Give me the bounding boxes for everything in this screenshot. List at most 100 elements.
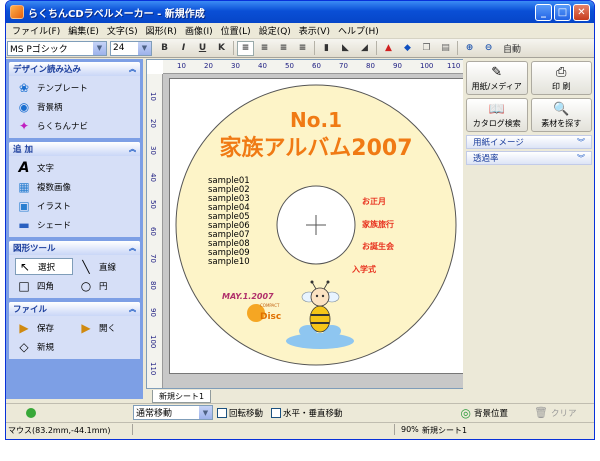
justify-icon[interactable]: ≡ [294,41,311,56]
underline-button[interactable]: U [194,41,211,56]
maximize-button[interactable]: □ [554,3,571,21]
print-button[interactable]: ⎙ 印 刷 [530,61,592,95]
status-go-icon[interactable] [26,407,36,418]
ruler-label: 40 [149,173,157,182]
italic-button[interactable]: I [175,41,192,56]
shape-tools-header[interactable]: 図形ツール ︽ [9,241,140,255]
add-multi-image-item[interactable]: ▦ 複数画像 [15,177,136,196]
sample-line: sample10 [208,257,250,267]
bg-position-button[interactable]: ◎ 背景位置 [461,406,509,420]
align-center-icon[interactable]: ≡ [256,41,273,56]
minimize-button[interactable]: _ [535,3,552,21]
copy-icon[interactable]: ❐ [418,41,435,56]
circle-tool[interactable]: ○ 円 [77,278,135,293]
menu-position[interactable]: 位置(L) [217,24,255,37]
canvas-area[interactable]: 10 20 30 40 50 60 70 80 90 100 110 10 20 30 40 50 60 70 8… [146,59,466,389]
line-icon: ╲ [82,259,90,274]
paste-icon[interactable]: ▤ [437,41,454,56]
transparency-title: 透過率 [473,154,499,164]
menu-file[interactable]: ファイル(F) [8,24,64,37]
sheet-tab[interactable]: 新規シート1 [152,390,212,403]
strikethrough-button[interactable]: K [213,41,230,56]
zoom-in-icon[interactable]: ⊕ [461,41,478,56]
paper-media-button[interactable]: ✎ 用紙/メディア [466,61,528,95]
new-button[interactable]: ◇ 新規 [15,337,136,356]
menu-shape[interactable]: 図形(R) [142,24,181,37]
design-group-title: デザイン読み込み [13,65,82,75]
toolbar-divider [457,41,458,55]
align-right-icon[interactable]: ≡ [275,41,292,56]
ruler-label: 110 [447,62,461,70]
ruler-label: 40 [258,62,267,70]
template-item[interactable]: ❀ テンプレート [15,78,136,97]
add-group: 追 加 ︽ A 文字 ▦ 複数画像 ▣ イラスト ▬ シェード [9,142,140,237]
open-label: 開く [99,323,117,334]
vertical-text-icon[interactable]: ▮ [318,41,335,56]
rotate-checkbox[interactable] [217,407,227,418]
rect-tool[interactable]: □ 四角 [15,278,73,293]
expand-icon: ︾ [577,137,585,147]
zoom-out-icon[interactable]: ⊖ [480,41,497,56]
label-paper[interactable]: No.1 家族アルバム2007 sample01 sample02 sample… [169,78,465,374]
paper-image-section[interactable]: 用紙イメージ ︾ [466,135,592,149]
paper-media-icon: ✎ [491,64,503,80]
menu-view[interactable]: 表示(V) [295,24,334,37]
ruler-label: 30 [149,146,157,155]
align-left-icon[interactable]: ≡ [237,40,254,56]
open-icon: ▶ [81,320,91,335]
find-material-button[interactable]: 🔍 素材を探す [530,98,592,132]
navi-icon: ✦ [18,118,30,133]
menu-settings[interactable]: 設定(Q) [255,24,295,37]
slant-left-icon[interactable]: ◣ [337,41,354,56]
ruler-label: 20 [204,62,213,70]
printer-icon: ⎙ [556,64,567,80]
menu-help[interactable]: ヘルプ(H) [334,24,383,37]
close-button[interactable]: ✕ [573,3,590,21]
new-label: 新規 [37,342,55,353]
save-button[interactable]: ▶ 保存 [15,320,73,335]
event-text: 家族旅行 [362,219,394,229]
add-group-header[interactable]: 追 加 ︽ [9,142,140,156]
menu-text[interactable]: 文字(S) [103,24,142,37]
design-group-header[interactable]: デザイン読み込み ︽ [9,62,140,76]
slant-right-icon[interactable]: ◢ [356,41,373,56]
clear-button[interactable]: 🗑 クリア [534,406,576,419]
font-name-select[interactable]: MS Pゴシック ▼ [7,40,107,56]
select-tool[interactable]: ↖ 選択 [15,258,73,275]
rect-tool-label: 四角 [37,281,55,292]
hv-move-checkbox[interactable] [271,407,282,418]
ruler-label: 80 [366,62,375,70]
add-text-item[interactable]: A 文字 [15,158,136,177]
ruler-label: 90 [393,62,402,70]
trash-icon: 🗑 [534,406,548,419]
toolbar: MS Pゴシック ▼ 24 ▼ B I U K ≡ ≡ ≡ ≡ ▮ ◣ ◢ ▲ … [6,39,594,58]
collapse-icon: ︽ [129,244,136,252]
text-color-icon[interactable]: ▲ [380,41,397,56]
auto-button[interactable]: 自動 [499,41,525,56]
bold-button[interactable]: B [156,41,173,56]
catalog-search-button[interactable]: 📖 カタログ検索 [466,98,528,132]
background-pattern-item[interactable]: ◉ 背景柄 [15,97,136,116]
ruler-label: 50 [285,62,294,70]
open-button[interactable]: ▶ 開く [77,320,135,335]
move-mode-select[interactable]: 通常移動 ▼ [133,405,213,420]
add-shade-item[interactable]: ▬ シェード [15,215,136,234]
rakuchin-navi-item[interactable]: ✦ らくちんナビ [15,116,136,135]
app-icon [10,5,24,19]
add-illust-item[interactable]: ▣ イラスト [15,196,136,215]
ruler-label: 100 [149,335,157,349]
menu-image[interactable]: 画像(I) [181,24,217,37]
ruler-label: 100 [420,62,434,70]
fill-color-icon[interactable]: ◆ [399,41,416,56]
shape-tools-title: 図形ツール [13,244,56,254]
file-group: ファイル ︽ ▶ 保存 ▶ 開く ◇ 新規 [9,302,140,359]
menu-edit[interactable]: 編集(E) [64,24,103,37]
window-title: らくちんCDラベルメーカー - 新規作成 [28,8,205,20]
font-size-select[interactable]: 24 ▼ [110,40,152,56]
ruler-label: 10 [149,92,157,101]
transparency-section[interactable]: 透過率 ︾ [466,151,592,165]
disc-date: MAY.1.2007 [222,292,274,301]
file-group-header[interactable]: ファイル ︽ [9,302,140,316]
line-tool[interactable]: ╲ 直線 [77,259,135,274]
expand-icon: ︾ [577,153,585,163]
